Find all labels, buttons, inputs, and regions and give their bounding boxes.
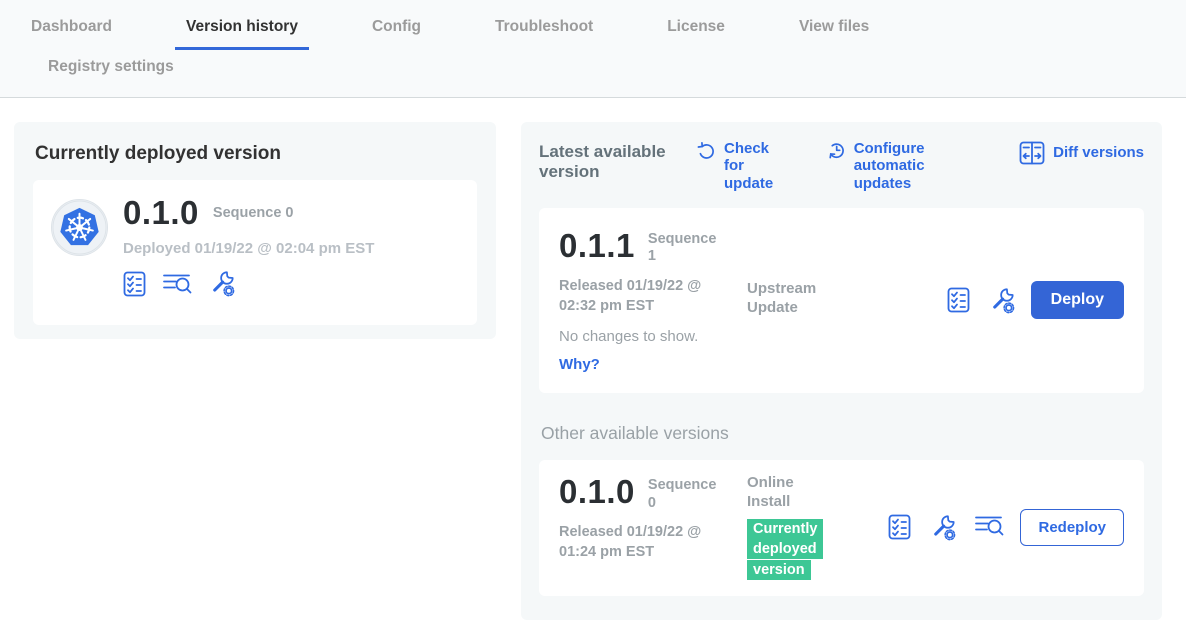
other-version-number: 0.1.0 <box>559 474 635 510</box>
preflight-checks-icon[interactable] <box>123 271 146 297</box>
currently-deployed-panel: Currently deployed version 0.1.0 Sequenc… <box>14 122 496 339</box>
redeploy-button[interactable]: Redeploy <box>1020 509 1124 546</box>
other-version-card: 0.1.0 Sequence 0 Released 01/19/22 @ 01:… <box>539 460 1144 596</box>
latest-version-actions <box>947 287 1015 314</box>
other-version-info: 0.1.0 Sequence 0 Released 01/19/22 @ 01:… <box>559 474 747 562</box>
diff-icon <box>1019 140 1045 165</box>
tab-troubleshoot[interactable]: Troubleshoot <box>484 16 604 50</box>
other-source-column: Online Install Currently deployed versio… <box>747 474 852 580</box>
tab-registry-settings[interactable]: Registry settings <box>37 56 185 90</box>
edit-config-icon[interactable] <box>988 287 1015 314</box>
kubernetes-logo-icon <box>51 199 108 256</box>
configure-automatic-updates-link[interactable]: Configure automatic updates <box>827 140 967 192</box>
nav-row-1: Dashboard Version history Config Trouble… <box>20 16 1186 50</box>
deployed-timestamp: Deployed 01/19/22 @ 02:04 pm EST <box>123 240 374 257</box>
deployed-sequence-label: Sequence 0 <box>213 205 294 221</box>
check-for-update-link[interactable]: Check for update <box>697 140 775 192</box>
latest-source-label: Upstream Update <box>747 280 852 318</box>
deploy-logs-icon[interactable] <box>974 514 1004 541</box>
latest-sequence-label: Sequence 1 <box>648 231 720 266</box>
latest-version-card: 0.1.1 Sequence 1 Released 01/19/22 @ 02:… <box>539 208 1144 393</box>
other-released-timestamp: Released 01/19/22 @ 01:24 pm EST <box>559 522 731 563</box>
other-versions-heading: Other available versions <box>541 423 1144 444</box>
latest-version-number: 0.1.1 <box>559 228 635 264</box>
edit-config-icon[interactable] <box>208 270 235 297</box>
currently-deployed-badge: Currently deployed version <box>747 519 829 581</box>
latest-available-title: Latest available version <box>539 142 679 183</box>
latest-released-timestamp: Released 01/19/22 @ 02:32 pm EST <box>559 276 731 317</box>
available-versions-panel: Latest available version Check for updat… <box>521 122 1162 620</box>
deployed-version-number: 0.1.0 <box>123 195 199 231</box>
deploy-logs-icon[interactable] <box>162 272 192 295</box>
edit-config-icon[interactable] <box>929 514 956 541</box>
deployed-version-card: 0.1.0 Sequence 0 Deployed 01/19/22 @ 02:… <box>33 180 477 325</box>
available-versions-header: Latest available version Check for updat… <box>539 140 1144 192</box>
no-changes-text: No changes to show. <box>559 328 747 345</box>
top-navigation: Dashboard Version history Config Trouble… <box>0 0 1186 98</box>
preflight-checks-icon[interactable] <box>947 287 970 314</box>
why-link[interactable]: Why? <box>559 356 601 373</box>
other-version-actions <box>888 514 1004 541</box>
tab-config[interactable]: Config <box>361 16 432 50</box>
diff-versions-link[interactable]: Diff versions <box>1019 140 1144 165</box>
nav-row-2: Registry settings <box>37 56 1186 90</box>
other-source-label: Online Install <box>747 474 822 512</box>
auto-update-clock-icon <box>827 140 846 160</box>
other-sequence-label: Sequence 0 <box>648 477 720 512</box>
deployed-version-info: 0.1.0 Sequence 0 Deployed 01/19/22 @ 02:… <box>123 195 374 310</box>
tab-dashboard[interactable]: Dashboard <box>20 16 123 50</box>
tab-version-history[interactable]: Version history <box>175 16 309 50</box>
preflight-checks-icon[interactable] <box>888 514 911 541</box>
tab-license[interactable]: License <box>656 16 736 50</box>
refresh-icon <box>697 140 716 160</box>
main-content: Currently deployed version 0.1.0 Sequenc… <box>0 98 1186 620</box>
currently-deployed-title: Currently deployed version <box>35 143 477 165</box>
deploy-button[interactable]: Deploy <box>1031 281 1124 319</box>
latest-version-info: 0.1.1 Sequence 1 Released 01/19/22 @ 02:… <box>559 228 747 373</box>
tab-view-files[interactable]: View files <box>788 16 880 50</box>
version-actions: Check for update Configure automatic upd… <box>697 140 1144 192</box>
